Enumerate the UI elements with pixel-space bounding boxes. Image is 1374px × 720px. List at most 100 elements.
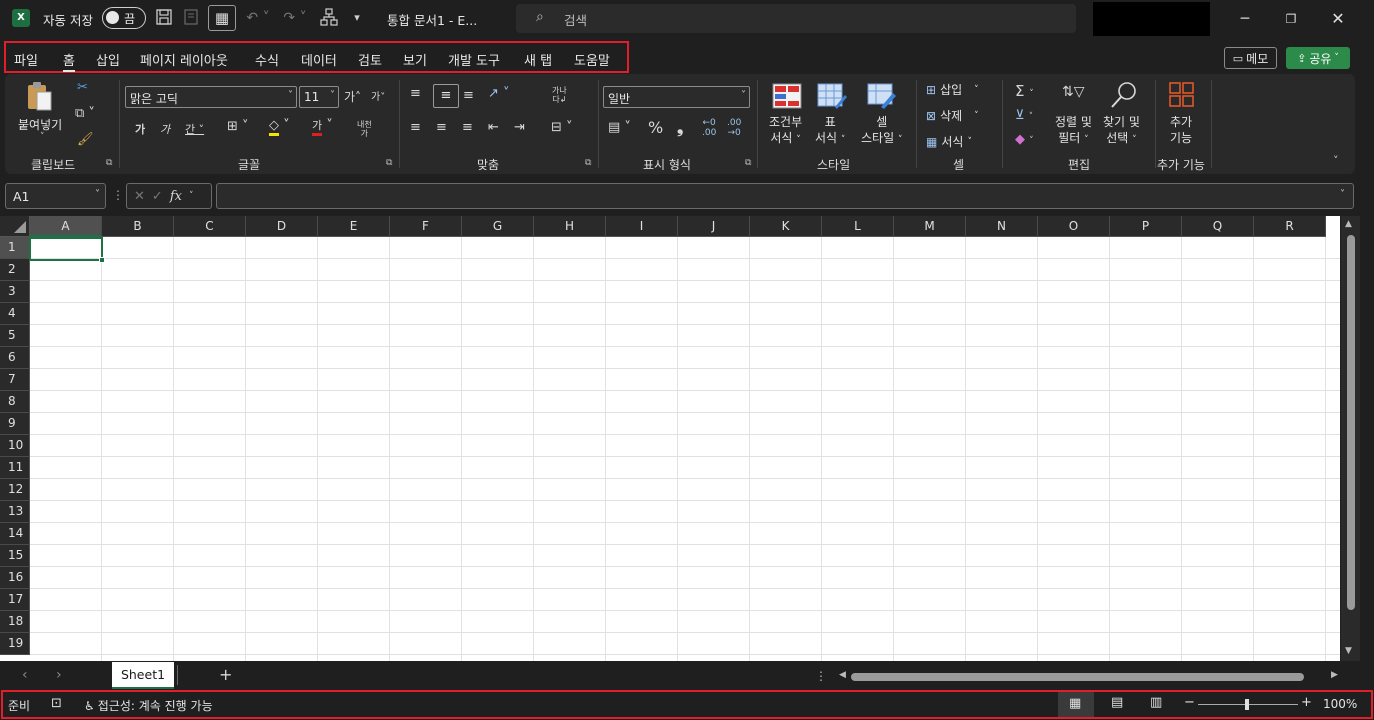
tab-page-layout[interactable]: 페이지 레이아웃 [140,50,228,69]
column-header[interactable]: H [534,216,606,237]
chevron-down-icon[interactable]: ˅ [40,132,45,142]
fill-handle[interactable] [99,257,105,263]
customize-toolbar-icon[interactable]: ▾ [346,8,368,28]
save-icon[interactable] [153,8,175,28]
row-header[interactable]: 7 [0,369,30,391]
align-left-icon[interactable]: ≡ [410,120,421,135]
phonetic-icon[interactable]: 내천 가 [357,120,372,138]
scroll-right-icon[interactable]: ▶ [1331,670,1338,680]
tab-home[interactable]: 홈 [63,50,75,72]
search-box[interactable]: ⌕ 검색 [516,4,1076,33]
share-button[interactable]: ⇪ 공유 ˅ [1286,47,1350,69]
row-header[interactable]: 15 [0,545,30,567]
zoom-out-icon[interactable]: − [1184,695,1195,710]
sort-filter-button[interactable]: 정렬 및 필터 ˅ [1055,114,1092,148]
decrease-font-icon[interactable]: 가˅ [371,88,385,103]
tab-new-tab[interactable]: 새 탭 [524,50,552,69]
page-break-view-icon[interactable]: ▥ [1150,695,1162,710]
prev-sheet-icon[interactable]: ‹ [22,667,28,683]
name-box[interactable]: A1 ˅ [5,183,106,209]
scroll-down-icon[interactable]: ▼ [1345,646,1352,656]
macro-record-icon[interactable]: ⊡ [51,696,62,711]
insert-function-icon[interactable]: fx [170,189,182,204]
paste-icon[interactable] [25,80,55,114]
column-header[interactable]: A [30,216,102,237]
align-top-icon[interactable]: ≡ [410,86,421,101]
cells-area[interactable] [30,237,1340,661]
select-all-corner[interactable] [0,216,30,237]
column-header[interactable]: D [246,216,318,237]
font-size-select[interactable]: 11 ˅ [299,86,339,108]
align-right-icon[interactable]: ≡ [462,120,473,135]
underline-icon[interactable]: 간 ˅ [185,121,204,137]
row-header[interactable]: 9 [0,413,30,435]
row-header[interactable]: 12 [0,479,30,501]
formula-input[interactable]: ˅ [216,183,1354,209]
increase-font-icon[interactable]: 가˄ [344,88,361,105]
memo-button[interactable]: ▭ 메모 [1224,47,1277,69]
tab-insert[interactable]: 삽입 [96,50,120,69]
row-header[interactable]: 16 [0,567,30,589]
column-header[interactable]: I [606,216,678,237]
hierarchy-icon[interactable] [318,8,340,28]
tab-file[interactable]: 파일 [14,50,38,69]
column-header[interactable]: P [1110,216,1182,237]
format-painter-icon[interactable]: 🖌 [77,132,94,147]
conditional-format-button[interactable]: 조건부 서식 ˅ [769,114,802,148]
column-header[interactable]: C [174,216,246,237]
row-header[interactable]: 8 [0,391,30,413]
insert-cells-button[interactable]: ⊞ 삽입 ˅ [926,81,979,98]
autosave-toggle[interactable]: 끔 [102,7,146,29]
row-header[interactable]: 5 [0,325,30,347]
format-as-table-icon[interactable] [817,83,847,112]
align-middle-icon[interactable]: ≡ [433,84,459,108]
tab-data[interactable]: 데이터 [301,50,337,69]
cancel-icon[interactable]: ✕ [134,189,145,204]
redo-icon[interactable]: ↷ ˅ [280,8,310,28]
tab-formulas[interactable]: 수식 [255,50,279,69]
row-header[interactable]: 19 [0,633,30,655]
column-header[interactable]: G [462,216,534,237]
undo-icon[interactable]: ↶ ˅ [243,8,273,28]
column-header[interactable]: F [390,216,462,237]
close-icon[interactable]: ✕ [1323,8,1353,30]
tab-split-icon[interactable]: ⋮ [815,669,827,683]
autosum-icon[interactable]: Σ ˅ [1015,82,1034,100]
ribbon-collapse-icon[interactable]: ˅ [1333,154,1339,167]
restore-icon[interactable]: ❐ [1276,8,1306,30]
row-header[interactable]: 18 [0,611,30,633]
row-header[interactable]: 11 [0,457,30,479]
decrease-indent-icon[interactable]: ⇤ [488,120,499,135]
column-header[interactable]: R [1254,216,1326,237]
increase-indent-icon[interactable]: ⇥ [514,120,525,135]
find-select-icon[interactable] [1109,80,1139,113]
column-header[interactable]: E [318,216,390,237]
row-header[interactable]: 2 [0,259,30,281]
clipboard-launcher-icon[interactable]: ⧉ [106,158,112,168]
border-icon[interactable]: ⊞ ˅ [227,119,249,134]
percent-icon[interactable]: % [648,118,663,137]
addins-icon[interactable] [1168,81,1196,112]
horizontal-scroll-thumb[interactable] [851,673,1304,681]
copy-icon[interactable]: ⧉ ˅ [75,106,95,121]
row-header[interactable]: 3 [0,281,30,303]
merge-center-icon[interactable]: ⊟ ˅ [551,120,573,135]
column-header[interactable]: Q [1182,216,1254,237]
font-name-select[interactable]: 맑은 고딕 ˅ [125,86,297,108]
format-as-table-button[interactable]: 표 서식 ˅ [815,114,845,148]
active-cell[interactable] [29,237,103,261]
scroll-left-icon[interactable]: ◀ [839,670,846,680]
tab-review[interactable]: 검토 [358,50,382,69]
format-cells-button[interactable]: ▦ 서식 ˅ [926,133,972,150]
number-format-select[interactable]: 일반 ˅ [603,86,750,108]
column-header[interactable]: M [894,216,966,237]
orientation-icon[interactable]: ↗ ˅ [488,86,510,101]
row-header[interactable]: 17 [0,589,30,611]
row-header[interactable]: 1 [0,237,30,259]
cut-icon[interactable]: ✂ [77,80,88,95]
vertical-scroll-thumb[interactable] [1347,235,1355,610]
row-header[interactable]: 14 [0,523,30,545]
cell-styles-button[interactable]: 셀 스타일 ˅ [861,114,902,148]
formula-bar-resize-icon[interactable]: ⋮ [112,188,124,202]
conditional-format-icon[interactable] [772,83,802,112]
